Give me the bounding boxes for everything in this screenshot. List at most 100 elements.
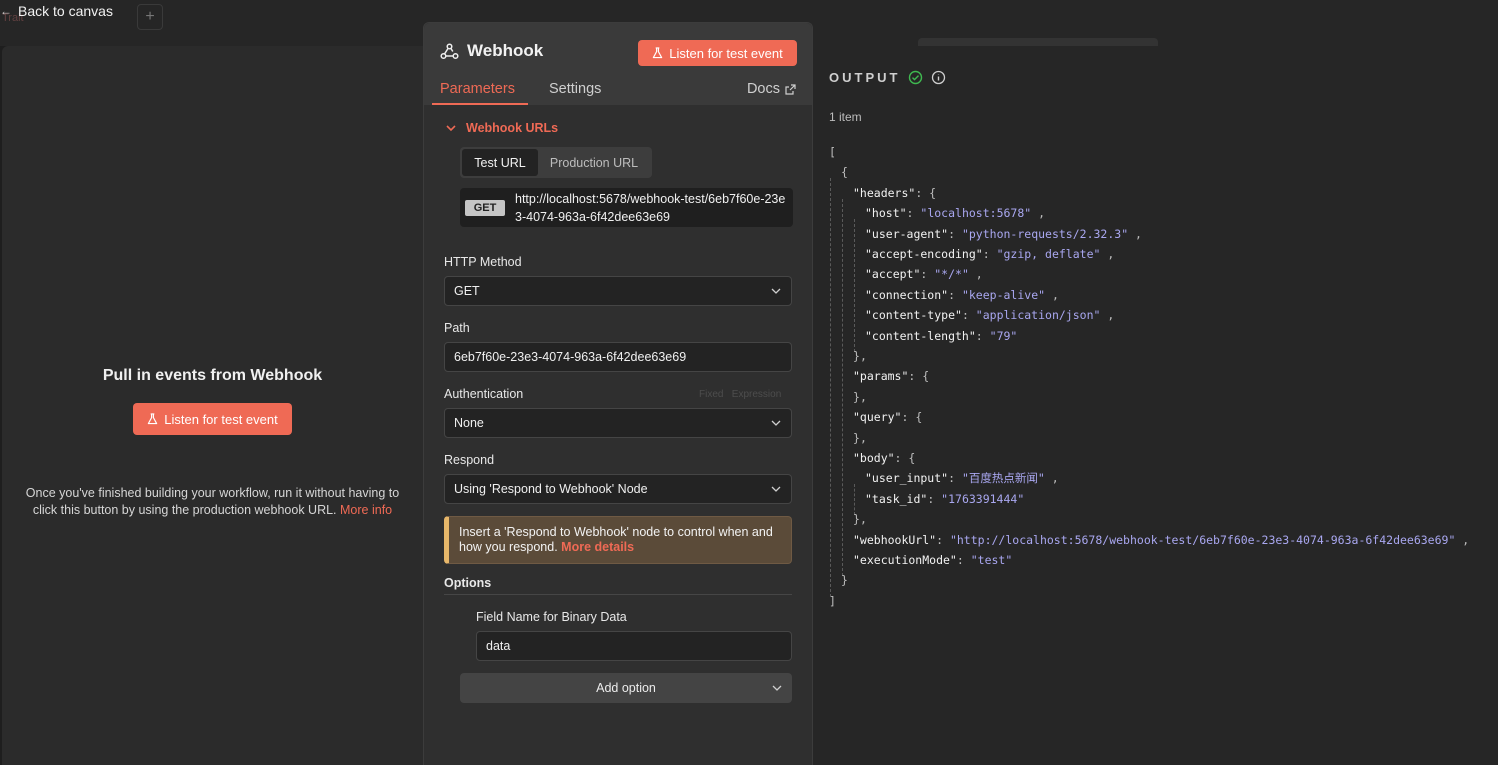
json-key: "params" bbox=[853, 369, 909, 384]
json-colon: : bbox=[927, 491, 942, 506]
json-colon: : bbox=[894, 451, 909, 465]
json-line: "content-type": "application/json" , bbox=[865, 307, 1114, 323]
add-option-label: Add option bbox=[596, 681, 656, 695]
output-title-label: OUTPUT bbox=[829, 70, 901, 85]
json-value: "test" bbox=[970, 553, 1013, 567]
webhook-icon bbox=[440, 43, 459, 60]
back-to-canvas-label: Back to canvas bbox=[18, 3, 113, 19]
more-details-link[interactable]: More details bbox=[561, 540, 634, 554]
json-line: "user-agent": "python-requests/2.32.3" , bbox=[865, 226, 1142, 242]
path-input[interactable]: 6eb7f60e-23e3-4074-963a-6f42dee63e69 bbox=[444, 342, 792, 372]
binary-field-input[interactable]: data bbox=[476, 631, 792, 661]
json-value: "79" bbox=[989, 328, 1018, 343]
json-colon: : bbox=[906, 206, 921, 221]
json-key: "headers" bbox=[853, 185, 916, 200]
json-key: "webhookUrl" bbox=[853, 532, 937, 547]
production-url-tab[interactable]: Production URL bbox=[538, 149, 650, 176]
json-colon: : bbox=[961, 308, 976, 323]
json-line: "content-length": "79" bbox=[865, 328, 1017, 344]
options-label: Options bbox=[444, 576, 492, 590]
json-colon: : bbox=[908, 369, 923, 384]
json-comma: , bbox=[859, 349, 867, 363]
test-url-tab[interactable]: Test URL bbox=[462, 149, 538, 176]
json-comma: , bbox=[1031, 206, 1046, 221]
json-line: "headers": { bbox=[853, 185, 936, 201]
respond-select[interactable]: Using 'Respond to Webhook' Node bbox=[444, 474, 792, 504]
json-key: "content-type" bbox=[865, 308, 962, 323]
json-brace: { bbox=[908, 451, 916, 465]
back-to-canvas-link[interactable]: ← Back to canvas bbox=[0, 3, 113, 19]
method-badge: GET bbox=[465, 200, 505, 216]
authentication-select[interactable]: None bbox=[444, 408, 792, 438]
add-tab-button[interactable]: + bbox=[137, 4, 163, 30]
docs-label: Docs bbox=[746, 81, 780, 97]
chevron-down-icon bbox=[446, 125, 456, 132]
canvas-background-element bbox=[918, 38, 1158, 46]
json-colon: : bbox=[948, 226, 962, 241]
json-key: "user_input" bbox=[865, 471, 949, 486]
respond-label: Respond bbox=[444, 453, 495, 467]
success-check-icon bbox=[909, 70, 923, 85]
fixed-option[interactable]: Fixed bbox=[699, 389, 723, 400]
chevron-down-icon bbox=[771, 420, 781, 426]
json-line: "executionMode": "test" bbox=[853, 552, 1012, 568]
json-value: "localhost:5678" bbox=[920, 206, 1032, 221]
tab-settings[interactable]: Settings bbox=[549, 81, 601, 97]
node-parameters-panel: Webhook Listen for test event Parameters… bbox=[423, 22, 813, 765]
json-comma: , bbox=[859, 430, 867, 445]
listen-for-test-event-button[interactable]: Listen for test event bbox=[133, 403, 292, 435]
json-brace: { bbox=[915, 410, 923, 425]
node-title-label: Webhook bbox=[467, 41, 544, 60]
respond-value: Using 'Respond to Webhook' Node bbox=[454, 482, 648, 496]
binary-field-value: data bbox=[486, 639, 511, 653]
json-brace: { bbox=[841, 165, 848, 180]
docs-link[interactable]: Docs bbox=[747, 81, 796, 97]
url-type-switch: Test URL Production URL bbox=[460, 147, 652, 178]
json-line: "connection": "keep-alive" , bbox=[865, 287, 1059, 303]
more-info-link[interactable]: More info bbox=[340, 503, 392, 517]
json-value: "http://localhost:5678/webhook-test/6eb7… bbox=[949, 532, 1456, 547]
json-line: }, bbox=[853, 348, 867, 364]
respond-notice: Insert a 'Respond to Webhook' node to co… bbox=[444, 516, 792, 564]
json-comma: , bbox=[1100, 308, 1115, 323]
http-method-select[interactable]: GET bbox=[444, 276, 792, 306]
expression-option[interactable]: Expression bbox=[732, 389, 781, 400]
node-tabs: Parameters Settings Docs bbox=[424, 79, 812, 105]
add-option-button[interactable]: Add option bbox=[460, 673, 792, 703]
http-method-label: HTTP Method bbox=[444, 255, 522, 269]
active-tab-indicator bbox=[432, 103, 528, 105]
json-line: ] bbox=[829, 593, 836, 609]
json-line: "accept-encoding": "gzip, deflate" , bbox=[865, 246, 1114, 262]
json-value: "*/*" bbox=[934, 267, 969, 282]
json-line: "params": { bbox=[853, 368, 929, 384]
production-hint: Once you've finished building your workf… bbox=[12, 485, 413, 519]
arrow-left-icon: ← bbox=[0, 4, 12, 18]
fixed-expression-toggle[interactable]: Fixed Expression bbox=[699, 389, 781, 400]
chevron-down-icon bbox=[772, 685, 782, 691]
info-icon[interactable] bbox=[931, 70, 946, 85]
json-comma: , bbox=[1100, 247, 1115, 261]
json-key: "accept" bbox=[865, 267, 921, 282]
json-comma: , bbox=[859, 512, 867, 527]
output-title: OUTPUT bbox=[829, 70, 946, 85]
json-colon: : bbox=[975, 328, 990, 343]
json-line: "host": "localhost:5678" , bbox=[865, 205, 1045, 221]
json-comma: , bbox=[1455, 532, 1470, 547]
json-brace: { bbox=[929, 185, 937, 200]
json-colon: : bbox=[920, 267, 935, 282]
webhook-urls-toggle[interactable]: Webhook URLs bbox=[446, 121, 558, 135]
json-indent-guide bbox=[854, 219, 855, 352]
header-listen-label: Listen for test event bbox=[669, 45, 783, 61]
json-bracket: ] bbox=[829, 593, 836, 608]
webhook-urls-label: Webhook URLs bbox=[466, 121, 559, 135]
json-line: }, bbox=[853, 389, 867, 405]
json-value: "python-requests/2.32.3" bbox=[961, 226, 1129, 241]
json-value: "百度热点新闻" bbox=[961, 471, 1045, 486]
header-listen-button[interactable]: Listen for test event bbox=[638, 40, 797, 66]
json-value: "1763391444" bbox=[941, 491, 1025, 506]
authentication-value: None bbox=[454, 416, 484, 430]
json-line: "user_input": "百度热点新闻" , bbox=[865, 470, 1059, 486]
http-method-value: GET bbox=[454, 284, 480, 298]
webhook-url-box[interactable]: GET http://localhost:5678/webhook-test/6… bbox=[460, 188, 793, 227]
tab-parameters[interactable]: Parameters bbox=[440, 81, 515, 97]
